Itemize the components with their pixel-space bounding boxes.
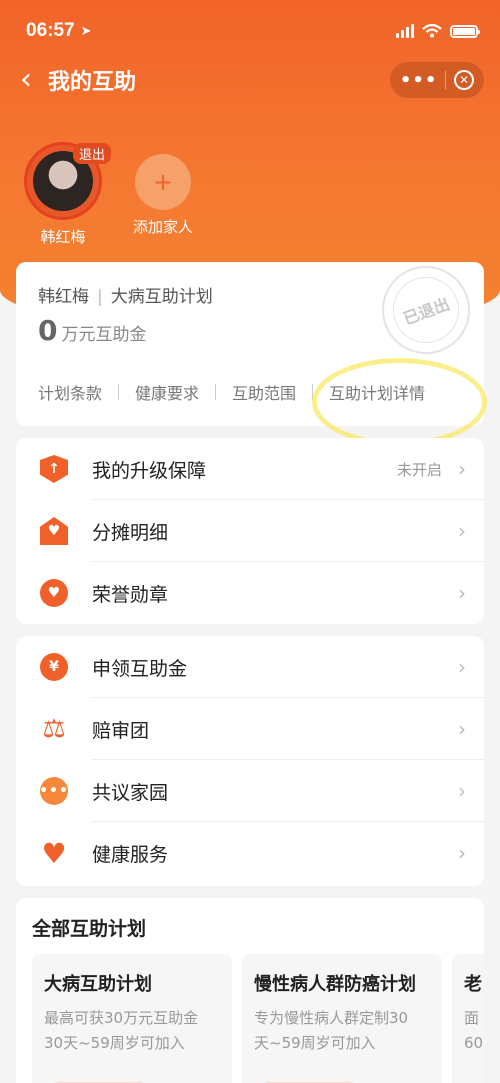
- member-avatar-ring: 退出: [24, 142, 111, 220]
- menu-honor-medals[interactable]: ♥ 荣誉勋章 ›: [16, 562, 484, 624]
- family-members: 退出 韩红梅 + 添加家人: [22, 142, 204, 247]
- more-dots-icon[interactable]: •••: [400, 70, 438, 91]
- nav-bar: ‹ 我的互助 ••• ✕: [20, 60, 484, 100]
- menu-health-services[interactable]: ♥ 健康服务 ›: [16, 822, 484, 884]
- menu-upgrade-coverage[interactable]: ↑ 我的升级保障 未开启 ›: [16, 438, 484, 500]
- menu-label: 分摊明细: [92, 521, 169, 544]
- battery-icon: [450, 24, 480, 38]
- status-bar: 06:57 ➤: [26, 18, 480, 44]
- chat-bubble-icon: •••: [39, 777, 68, 805]
- page-title: 我的互助: [48, 70, 137, 95]
- plan-tile-desc-line1: 最高可获30万元互助金: [44, 1009, 199, 1027]
- menu-review-jury[interactable]: ⚖ 赔审团 ›: [16, 698, 484, 760]
- member-name: 韩红梅: [40, 228, 86, 246]
- menu-label: 申领互助金: [92, 657, 188, 680]
- plan-tile-critical-illness[interactable]: 大病互助计划 最高可获30万元互助金 30天~59周岁可加入: [32, 954, 232, 1083]
- menu-status: 未开启: [396, 460, 442, 479]
- wifi-icon: [422, 24, 442, 38]
- highlight-annotation: [312, 358, 487, 446]
- cellular-signal-icon: [396, 24, 414, 38]
- plan-tile-desc-line2: 30天~59周岁可加入: [44, 1033, 185, 1052]
- plan-tile-title: 大病互助计划: [44, 974, 152, 995]
- plan-tile-desc-line2: 60: [464, 1033, 484, 1052]
- close-circle-icon[interactable]: ✕: [454, 70, 475, 90]
- add-family-member[interactable]: + 添加家人: [122, 142, 204, 247]
- plan-tile-elderly[interactable]: 老 面 60: [452, 954, 484, 1083]
- capsule-divider: [445, 71, 447, 89]
- plan-tile-title: 老: [464, 974, 482, 995]
- menu-label: 荣誉勋章: [92, 583, 169, 606]
- link-health-requirements[interactable]: 健康要求: [135, 380, 199, 404]
- add-family-label: 添加家人: [132, 218, 193, 236]
- menu-group-1: ↑ 我的升级保障 未开启 › ♥ 分摊明细 › ♥ 荣誉勋章 ›: [16, 438, 484, 624]
- menu-label: 我的升级保障: [92, 459, 207, 482]
- menu-cost-sharing-details[interactable]: ♥ 分摊明细 ›: [16, 500, 484, 562]
- section-title: 全部互助计划: [32, 918, 147, 940]
- link-coverage-scope[interactable]: 互助范围: [232, 380, 296, 404]
- plan-tile-desc: 面 60: [464, 1006, 484, 1056]
- chevron-right-icon: ›: [458, 779, 466, 803]
- all-plans-section: 全部互助计划 大病互助计划 最高可获30万元互助金 30天~59周岁可加入 慢性病…: [16, 898, 484, 1083]
- coverage-amount-value: 0: [38, 314, 58, 347]
- chevron-right-icon: ›: [458, 457, 466, 481]
- chevron-right-icon: ›: [458, 519, 466, 543]
- back-chevron-icon[interactable]: ‹: [20, 65, 46, 95]
- chevron-right-icon: ›: [458, 581, 466, 605]
- exit-tag[interactable]: 退出: [72, 143, 111, 164]
- chevron-right-icon: ›: [458, 655, 466, 679]
- plus-icon[interactable]: +: [135, 154, 191, 210]
- shield-up-icon: ↑: [40, 455, 68, 483]
- plan-tile-desc-line1: 面: [464, 1009, 480, 1027]
- mini-program-capsule: ••• ✕: [390, 62, 484, 98]
- exited-stamp-icon: 已退出: [369, 253, 483, 367]
- status-time: 06:57: [26, 20, 75, 41]
- coverage-amount-unit: 万元互助金: [61, 325, 147, 345]
- plan-tile-desc: 专为慢性病人群定制30 天~59周岁可加入: [254, 1006, 430, 1056]
- location-arrow-icon: ➤: [80, 23, 92, 39]
- menu-community[interactable]: ••• 共议家园 ›: [16, 760, 484, 822]
- scale-icon: ⚖: [42, 714, 66, 744]
- medal-icon: ♥: [40, 579, 68, 607]
- plan-tile-title: 慢性病人群防癌计划: [254, 974, 416, 995]
- plan-tile-desc-line2: 天~59周岁可加入: [254, 1033, 376, 1052]
- plan-member-name: 韩红梅: [38, 287, 89, 307]
- house-heart-icon: ♥: [40, 517, 68, 545]
- plan-tile-chronic-cancer[interactable]: 慢性病人群防癌计划 专为慢性病人群定制30 天~59周岁可加入: [242, 954, 442, 1083]
- menu-label: 健康服务: [92, 843, 169, 866]
- plan-tile-desc-line1: 专为慢性病人群定制30: [254, 1009, 409, 1027]
- chevron-right-icon: ›: [458, 717, 466, 741]
- link-divider: [215, 384, 217, 400]
- menu-claim-funds[interactable]: ¥ 申领互助金 ›: [16, 636, 484, 698]
- coverage-amount: 0 万元互助金: [38, 314, 146, 347]
- stamp-text: 已退出: [383, 267, 469, 353]
- menu-label: 赔审团: [92, 719, 150, 742]
- heart-hand-icon: ♥: [41, 836, 67, 870]
- yuan-coin-icon: ¥: [40, 653, 68, 681]
- member-hanhongmei[interactable]: 退出 韩红梅: [22, 142, 111, 247]
- link-divider: [118, 384, 120, 400]
- plan-separator: |: [97, 287, 103, 307]
- plan-name: 大病互助计划: [110, 287, 213, 307]
- link-plan-terms[interactable]: 计划条款: [38, 380, 102, 404]
- chevron-right-icon: ›: [458, 841, 466, 865]
- menu-label: 共议家园: [92, 781, 169, 804]
- menu-group-2: ¥ 申领互助金 › ⚖ 赔审团 › ••• 共议家园 › ♥ 健康服务 ›: [16, 636, 484, 886]
- plan-tile-desc: 最高可获30万元互助金 30天~59周岁可加入: [44, 1006, 220, 1056]
- plan-line: 韩红梅 | 大病互助计划: [38, 282, 213, 307]
